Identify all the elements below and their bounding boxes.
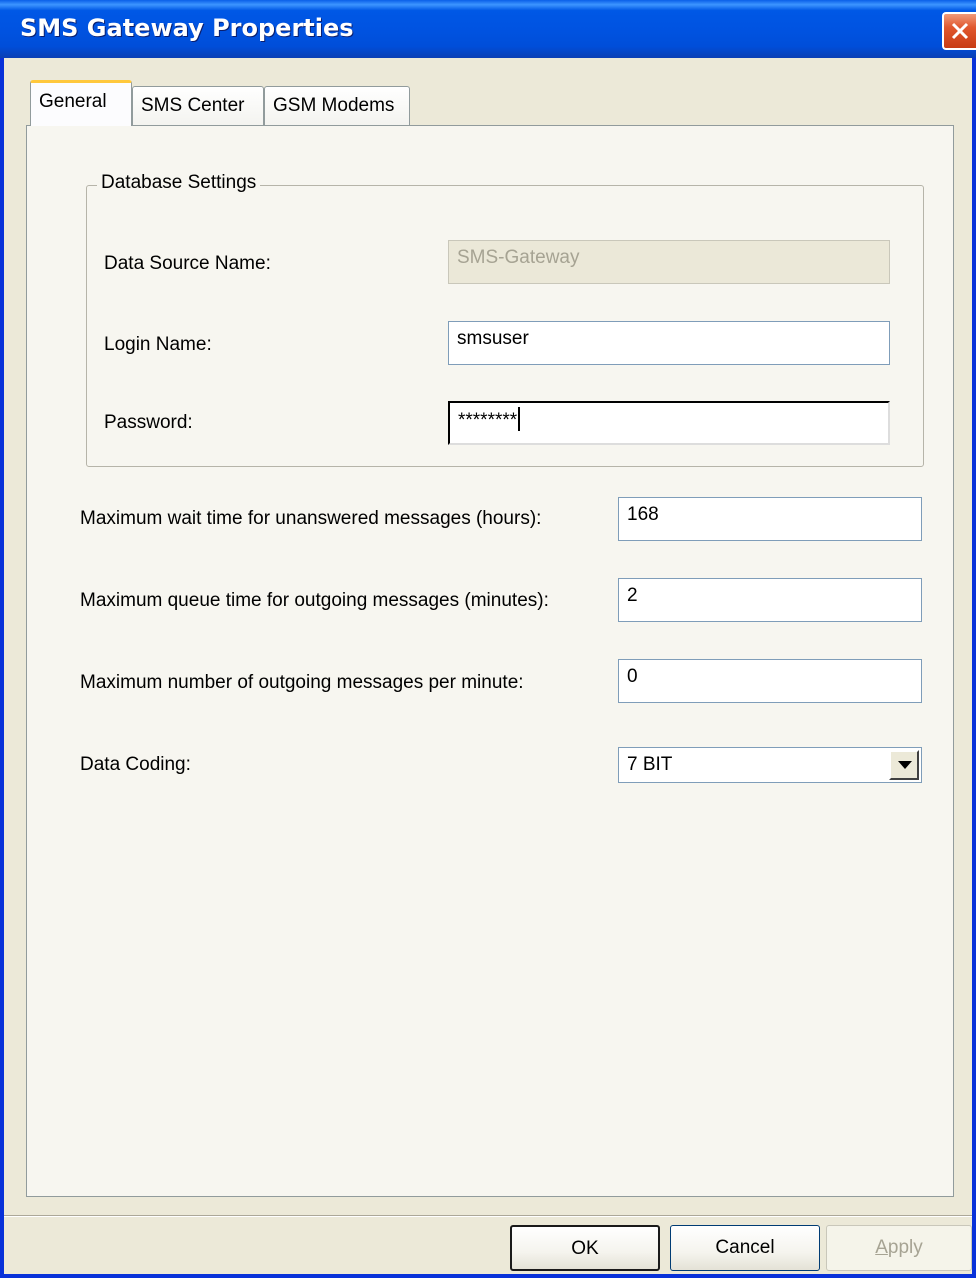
tab-general-label: General (39, 91, 107, 112)
apply-button[interactable]: Apply (826, 1225, 972, 1271)
title-bar[interactable]: SMS Gateway Properties (0, 0, 976, 58)
wait-time-label: Maximum wait time for unanswered message… (80, 508, 542, 529)
password-label: Password: (104, 412, 193, 433)
ok-button-label: OK (571, 1238, 599, 1259)
login-name-value: smsuser (457, 328, 529, 349)
data-coding-dropdown-button[interactable] (889, 750, 919, 780)
data-coding-label: Data Coding: (80, 754, 191, 775)
footer-separator (4, 1215, 972, 1217)
dsn-field: SMS-Gateway (448, 240, 890, 284)
dialog-window: SMS Gateway Properties General SMS Cente… (0, 0, 976, 1278)
cancel-button[interactable]: Cancel (670, 1225, 820, 1271)
database-settings-title: Database Settings (97, 172, 261, 194)
tab-general[interactable]: General (30, 80, 132, 126)
login-name-label: Login Name: (104, 334, 212, 355)
chevron-down-icon (898, 761, 912, 769)
tab-gsm-modems[interactable]: GSM Modems (264, 86, 410, 126)
rate-value: 0 (627, 666, 638, 687)
close-button[interactable] (942, 12, 976, 50)
queue-time-value: 2 (627, 585, 638, 606)
dsn-label: Data Source Name: (104, 253, 271, 274)
cancel-button-label: Cancel (715, 1237, 775, 1258)
close-icon (951, 22, 969, 40)
ok-button[interactable]: OK (510, 1225, 660, 1271)
text-caret (518, 407, 521, 431)
password-field[interactable]: ******** (448, 401, 890, 445)
rate-label: Maximum number of outgoing messages per … (80, 672, 524, 693)
login-name-field[interactable]: smsuser (448, 321, 890, 365)
queue-time-field[interactable]: 2 (618, 578, 922, 622)
tab-sms-center[interactable]: SMS Center (132, 86, 264, 126)
wait-time-field[interactable]: 168 (618, 497, 922, 541)
tab-sms-center-label: SMS Center (141, 95, 245, 116)
window-title: SMS Gateway Properties (20, 14, 354, 42)
dsn-value: SMS-Gateway (457, 247, 580, 268)
data-coding-select[interactable]: 7 BIT (618, 747, 922, 783)
apply-button-label: pply (887, 1237, 923, 1258)
apply-button-mnemonic: A (875, 1237, 888, 1258)
tab-gsm-modems-label: GSM Modems (273, 95, 395, 116)
rate-field[interactable]: 0 (618, 659, 922, 703)
password-value: ******** (458, 410, 518, 432)
data-coding-value: 7 BIT (627, 754, 673, 775)
queue-time-label: Maximum queue time for outgoing messages… (80, 590, 549, 611)
wait-time-value: 168 (627, 504, 659, 525)
